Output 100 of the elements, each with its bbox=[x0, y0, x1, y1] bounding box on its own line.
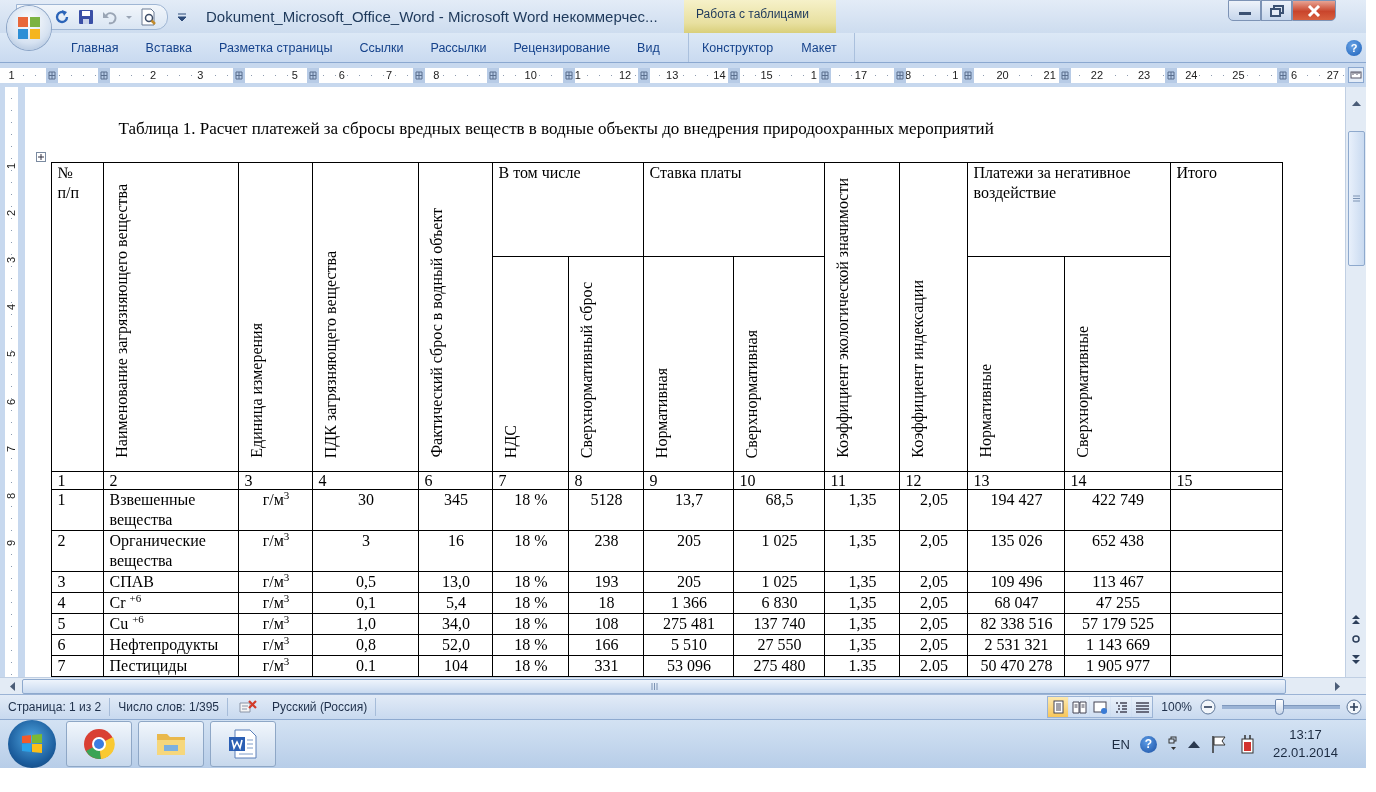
spelling-check-icon[interactable] bbox=[238, 699, 258, 715]
clock-panel[interactable]: 13:17 22.01.2014 bbox=[1272, 726, 1338, 762]
close-button[interactable] bbox=[1292, 0, 1336, 21]
column-marker-icon[interactable] bbox=[728, 67, 740, 83]
column-header: Фактический сброс в водный объект bbox=[427, 208, 447, 458]
table-cell: 2,05 bbox=[919, 491, 948, 508]
table-cell: Взвешенные вещества bbox=[109, 491, 196, 528]
table-cell: 57 179 525 bbox=[1081, 615, 1154, 632]
column-marker-icon[interactable] bbox=[894, 67, 906, 83]
table-cell: 1,35 bbox=[848, 532, 877, 549]
table-cell: г/м$^{3}$ bbox=[262, 636, 290, 653]
column-marker-icon[interactable] bbox=[307, 67, 319, 83]
column-marker-icon[interactable] bbox=[638, 67, 650, 83]
table-cell: г/м$^{3}$ bbox=[262, 615, 290, 632]
browser-icon bbox=[83, 728, 115, 760]
table-cell: 1.35 bbox=[848, 657, 877, 674]
column-marker-icon[interactable] bbox=[46, 67, 58, 83]
table-cell: 2.05 bbox=[919, 657, 948, 674]
page-count[interactable]: Страница: 1 из 2 bbox=[0, 698, 111, 716]
ribbon-tab[interactable]: Вид bbox=[636, 37, 661, 58]
table-cell: 109 496 bbox=[990, 573, 1043, 590]
table-cell: 1 143 669 bbox=[1085, 636, 1150, 653]
scrollbar-thumb[interactable] bbox=[1347, 131, 1365, 266]
table-move-handle-icon[interactable] bbox=[36, 152, 47, 162]
table-cell: 82 338 516 bbox=[980, 615, 1053, 632]
table-cell: 2,05 bbox=[919, 594, 948, 611]
table-cell: 3 bbox=[361, 532, 370, 549]
word-count[interactable]: Число слов: 1/395 bbox=[110, 698, 228, 716]
column-marker-icon[interactable] bbox=[962, 67, 974, 83]
column-marker-icon[interactable] bbox=[1277, 67, 1289, 83]
taskbar-button[interactable] bbox=[66, 721, 132, 767]
restore-button[interactable] bbox=[1261, 0, 1292, 21]
column-marker-icon[interactable] bbox=[98, 67, 110, 83]
taskbar-button[interactable] bbox=[210, 721, 276, 767]
language-indicator[interactable]: Русский (Россия) bbox=[264, 698, 377, 716]
column-number: 7 bbox=[498, 472, 507, 489]
minimize-button[interactable] bbox=[1228, 0, 1261, 21]
table-cell: 137 740 bbox=[753, 615, 806, 632]
slider-thumb[interactable] bbox=[1274, 699, 1284, 715]
table-cell: 205 bbox=[676, 573, 701, 590]
view-button[interactable] bbox=[1111, 697, 1132, 717]
input-language[interactable]: EN bbox=[1111, 736, 1130, 752]
zoom-in-button[interactable] bbox=[1346, 699, 1362, 715]
column-header: Ставка платы bbox=[649, 164, 742, 181]
table-cell: 422 749 bbox=[1091, 491, 1144, 508]
up-triangle-icon bbox=[1187, 740, 1200, 748]
zoom-level[interactable]: 100% bbox=[1161, 700, 1192, 714]
scrollbar-thumb[interactable] bbox=[22, 678, 1286, 694]
table-cell: 1,35 bbox=[848, 491, 877, 508]
refresh-icon[interactable] bbox=[53, 7, 71, 26]
column-marker-icon[interactable] bbox=[413, 67, 425, 83]
outline-view-icon bbox=[1113, 700, 1129, 714]
ribbon-tab[interactable]: Конструктор bbox=[701, 37, 775, 58]
view-button[interactable] bbox=[1090, 697, 1111, 717]
zoom-out-button[interactable] bbox=[1200, 699, 1216, 715]
column-marker-icon[interactable] bbox=[1059, 67, 1071, 83]
ruler-icon bbox=[1350, 69, 1362, 81]
table-cell: Cu $^{+6}$ bbox=[109, 615, 144, 632]
grip-icon bbox=[1352, 195, 1360, 202]
start-button[interactable] bbox=[8, 720, 56, 768]
double-up-arrow-icon bbox=[1352, 614, 1361, 624]
print-preview-icon[interactable] bbox=[139, 7, 157, 26]
column-marker-icon[interactable] bbox=[233, 67, 245, 83]
table-cell: 18 % bbox=[514, 615, 548, 632]
ribbon-tab[interactable]: Рецензирование bbox=[512, 37, 612, 58]
column-marker-icon[interactable] bbox=[563, 67, 575, 83]
column-marker-icon[interactable] bbox=[1165, 67, 1177, 83]
ribbon-tab[interactable]: Главная bbox=[70, 37, 120, 58]
table-cell: 16 bbox=[447, 532, 464, 549]
ribbon-tab[interactable]: Вставка bbox=[144, 37, 194, 58]
view-button[interactable] bbox=[1048, 697, 1069, 717]
table-cell: 2,05 bbox=[919, 532, 948, 549]
column-number: 4 bbox=[318, 472, 327, 489]
column-number: 10 bbox=[739, 472, 756, 489]
ribbon-tab[interactable]: Макет bbox=[800, 37, 838, 58]
view-button[interactable] bbox=[1132, 697, 1153, 717]
table-cell: 1,35 bbox=[848, 594, 877, 611]
table-cell: 30 bbox=[357, 491, 374, 508]
table-cell: 13,7 bbox=[674, 491, 703, 508]
column-number: 13 bbox=[973, 472, 990, 489]
table-cell: 18 % bbox=[514, 573, 548, 590]
column-marker-icon[interactable] bbox=[487, 67, 499, 83]
ruler-number: 9 bbox=[5, 540, 18, 547]
save-icon[interactable] bbox=[77, 7, 95, 26]
print-view-icon bbox=[1050, 700, 1066, 714]
table-cell: 3 bbox=[57, 573, 66, 590]
ribbon-tab[interactable]: Разметка страницы bbox=[218, 37, 334, 58]
flag-icon bbox=[1209, 735, 1228, 753]
table-cell: г/м$^{3}$ bbox=[262, 491, 290, 508]
column-number: 1 bbox=[57, 472, 66, 489]
view-ruler-button[interactable] bbox=[1348, 67, 1364, 83]
column-header: Нормативные bbox=[976, 364, 996, 458]
ribbon-tab[interactable]: Рассылки bbox=[429, 37, 488, 58]
table-cell: 52,0 bbox=[441, 636, 470, 653]
view-button[interactable] bbox=[1069, 697, 1090, 717]
ruler-number: 3 bbox=[5, 256, 18, 264]
close-icon bbox=[1307, 4, 1321, 17]
column-marker-icon[interactable] bbox=[819, 67, 831, 83]
office-button[interactable] bbox=[7, 6, 51, 50]
ribbon-tab[interactable]: Ссылки bbox=[358, 37, 405, 58]
